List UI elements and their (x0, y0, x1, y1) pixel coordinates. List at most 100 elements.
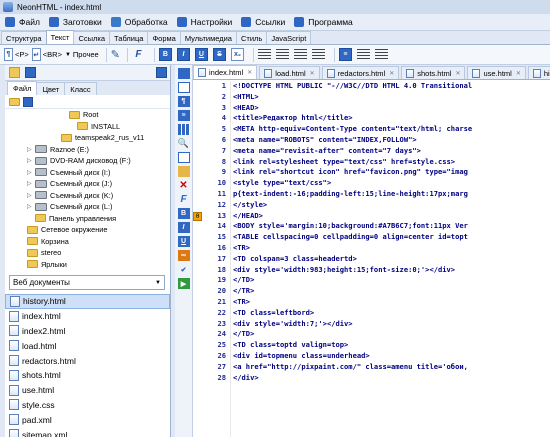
document-tab-4[interactable]: use.html ✕ (467, 66, 526, 79)
tree-item[interactable]: Root (5, 109, 170, 121)
panel-tab-1[interactable]: Цвет (36, 82, 66, 95)
document-icon[interactable] (177, 82, 190, 93)
outdent-icon[interactable] (374, 49, 388, 60)
folder-up-icon[interactable] (9, 67, 20, 78)
save-icon[interactable] (177, 68, 190, 79)
tree-item[interactable]: Корзина (5, 236, 170, 248)
bold-button[interactable]: B (158, 48, 172, 61)
panel-tab-0[interactable]: Файл (7, 81, 38, 95)
menu-item-3[interactable]: Настройки (174, 15, 239, 30)
tree-item[interactable]: ▷ Съемный диск (I:) (5, 167, 170, 179)
pencil-icon[interactable]: ✎ (111, 48, 120, 62)
menu-item-2[interactable]: Обработка (108, 15, 174, 30)
file-filter-select[interactable]: Веб документы ▼ (9, 275, 165, 290)
file-list-item[interactable]: index2.html (5, 324, 170, 339)
underline-icon[interactable]: U (177, 236, 190, 247)
document-tab-2[interactable]: redactors.html ✕ (321, 66, 400, 79)
ribbon-tab-5[interactable]: Мультимедиа (179, 31, 237, 44)
menu-item-1[interactable]: Заготовки (46, 15, 108, 30)
bookmark-icon[interactable]: 0 (193, 211, 202, 221)
file-list-item[interactable]: index.html (5, 309, 170, 324)
file-list-item[interactable]: pad.xml (5, 412, 170, 427)
subscript-icon[interactable]: x₂ (230, 48, 244, 61)
file-list-item[interactable]: history.html (5, 294, 170, 309)
file-list-item[interactable]: shots.html (5, 368, 170, 383)
other-dropdown[interactable]: ▼ Прочее (65, 48, 99, 62)
tree-item[interactable]: Сетевое окружение (5, 224, 170, 236)
close-tab-icon[interactable]: ✕ (310, 70, 315, 77)
underline-button[interactable]: U (194, 48, 208, 61)
menu-item-4[interactable]: Ссылки (238, 15, 291, 30)
indent-icon[interactable] (356, 49, 370, 60)
table-icon[interactable] (177, 124, 190, 135)
file-list-item[interactable]: use.html (5, 383, 170, 398)
menu-item-5[interactable]: Программа (291, 15, 359, 30)
delete-icon[interactable]: ✕ (178, 180, 190, 191)
expand-arrow-icon[interactable]: ▷ (27, 192, 33, 199)
expand-arrow-icon[interactable]: ▷ (27, 180, 33, 187)
align-center-icon[interactable] (275, 49, 289, 60)
ribbon-tab-4[interactable]: Форма (147, 31, 181, 44)
paragraph-button[interactable]: ¶ <P> (4, 48, 29, 62)
file-list-item[interactable]: sitemap.xml (5, 427, 170, 437)
ribbon-tab-7[interactable]: JavaScript (266, 31, 312, 44)
run-icon[interactable]: ▶ (177, 278, 190, 289)
file-list-item[interactable]: load.html (5, 338, 170, 353)
align-right-icon[interactable] (293, 49, 307, 60)
align-left-icon[interactable] (257, 49, 271, 60)
line-break-button[interactable]: ↵ <BR> (31, 48, 62, 62)
close-tab-icon[interactable]: ✕ (389, 70, 394, 77)
document-tab-3[interactable]: shots.html ✕ (401, 66, 466, 79)
ribbon-tab-3[interactable]: Таблица (109, 31, 149, 44)
menu-item-0[interactable]: Файл (2, 15, 46, 30)
expand-arrow-icon[interactable]: ▷ (27, 146, 33, 153)
tree-item[interactable]: ▷ Съемный диск (K:) (5, 190, 170, 202)
ribbon-tab-1[interactable]: Текст (45, 30, 75, 44)
link-icon[interactable]: ∞ (177, 250, 190, 261)
expand-arrow-icon[interactable]: ▷ (27, 169, 33, 176)
tree-item[interactable]: ▷ Raznoe (E:) (5, 144, 170, 156)
close-tab-icon[interactable]: ✕ (455, 70, 460, 77)
paste-icon[interactable] (177, 166, 190, 177)
expand-arrow-icon[interactable]: ▷ (27, 203, 33, 210)
expand-arrow-icon[interactable]: ▷ (27, 157, 33, 164)
document-tab-0[interactable]: index.html ✕ (193, 65, 258, 79)
document-tab-5[interactable]: history.html✕ (527, 66, 550, 79)
file-list-item[interactable]: redactors.html (5, 353, 170, 368)
font-button[interactable]: F (132, 48, 145, 61)
code-area[interactable]: 1 2 3 4 5 6 7 8 9 10 11 12 0 13 14 15 16 17 18 19 20 21 22 23 24… (193, 81, 550, 437)
file-list-item[interactable]: style.css (5, 398, 170, 413)
pin-icon[interactable] (156, 67, 167, 78)
list-icon[interactable]: ≡ (338, 48, 352, 61)
list-icon[interactable]: ≡ (177, 110, 190, 121)
paragraph-icon[interactable]: ¶ (177, 96, 190, 107)
tree-item[interactable]: INSTALL (5, 121, 170, 133)
italic-button[interactable]: I (176, 48, 190, 61)
ribbon-tab-2[interactable]: Ссылка (73, 31, 111, 44)
copy-icon[interactable] (177, 152, 190, 163)
search-icon[interactable]: 🔍 (178, 138, 190, 149)
tree-item[interactable]: ▷ Съемный диск (L:) (5, 201, 170, 213)
document-tab-1[interactable]: load.html ✕ (259, 66, 320, 79)
strikethrough-button[interactable]: S (212, 48, 226, 61)
panel-tab-2[interactable]: Класс (64, 82, 97, 95)
ribbon-tab-0[interactable]: Структура (1, 31, 47, 44)
tree-item[interactable]: ▷ DVD-RAM дисковод (F:) (5, 155, 170, 167)
align-justify-icon[interactable] (311, 49, 325, 60)
font-icon[interactable]: F (178, 194, 190, 205)
ribbon-tab-6[interactable]: Стиль (235, 31, 268, 44)
folder-icon[interactable] (9, 97, 20, 106)
check-icon[interactable]: ✔ (178, 264, 190, 275)
close-tab-icon[interactable]: ✕ (516, 70, 521, 77)
close-tab-icon[interactable]: ✕ (247, 69, 252, 76)
tree-item[interactable]: Панель управления (5, 213, 170, 225)
save-icon[interactable] (25, 67, 36, 78)
folder-tree[interactable]: Root INSTALL teamspeak2_rus_v11 ▷ Raznoe (E:… (5, 109, 170, 269)
disk-icon[interactable] (23, 96, 33, 107)
italic-icon[interactable]: I (177, 222, 190, 233)
tree-item[interactable]: stereo (5, 247, 170, 259)
tree-item[interactable]: ▷ Съемный диск (J:) (5, 178, 170, 190)
bold-icon[interactable]: B (177, 208, 190, 219)
tree-item[interactable]: teamspeak2_rus_v11 (5, 132, 170, 144)
tree-item[interactable]: Ярлыки (5, 259, 170, 270)
